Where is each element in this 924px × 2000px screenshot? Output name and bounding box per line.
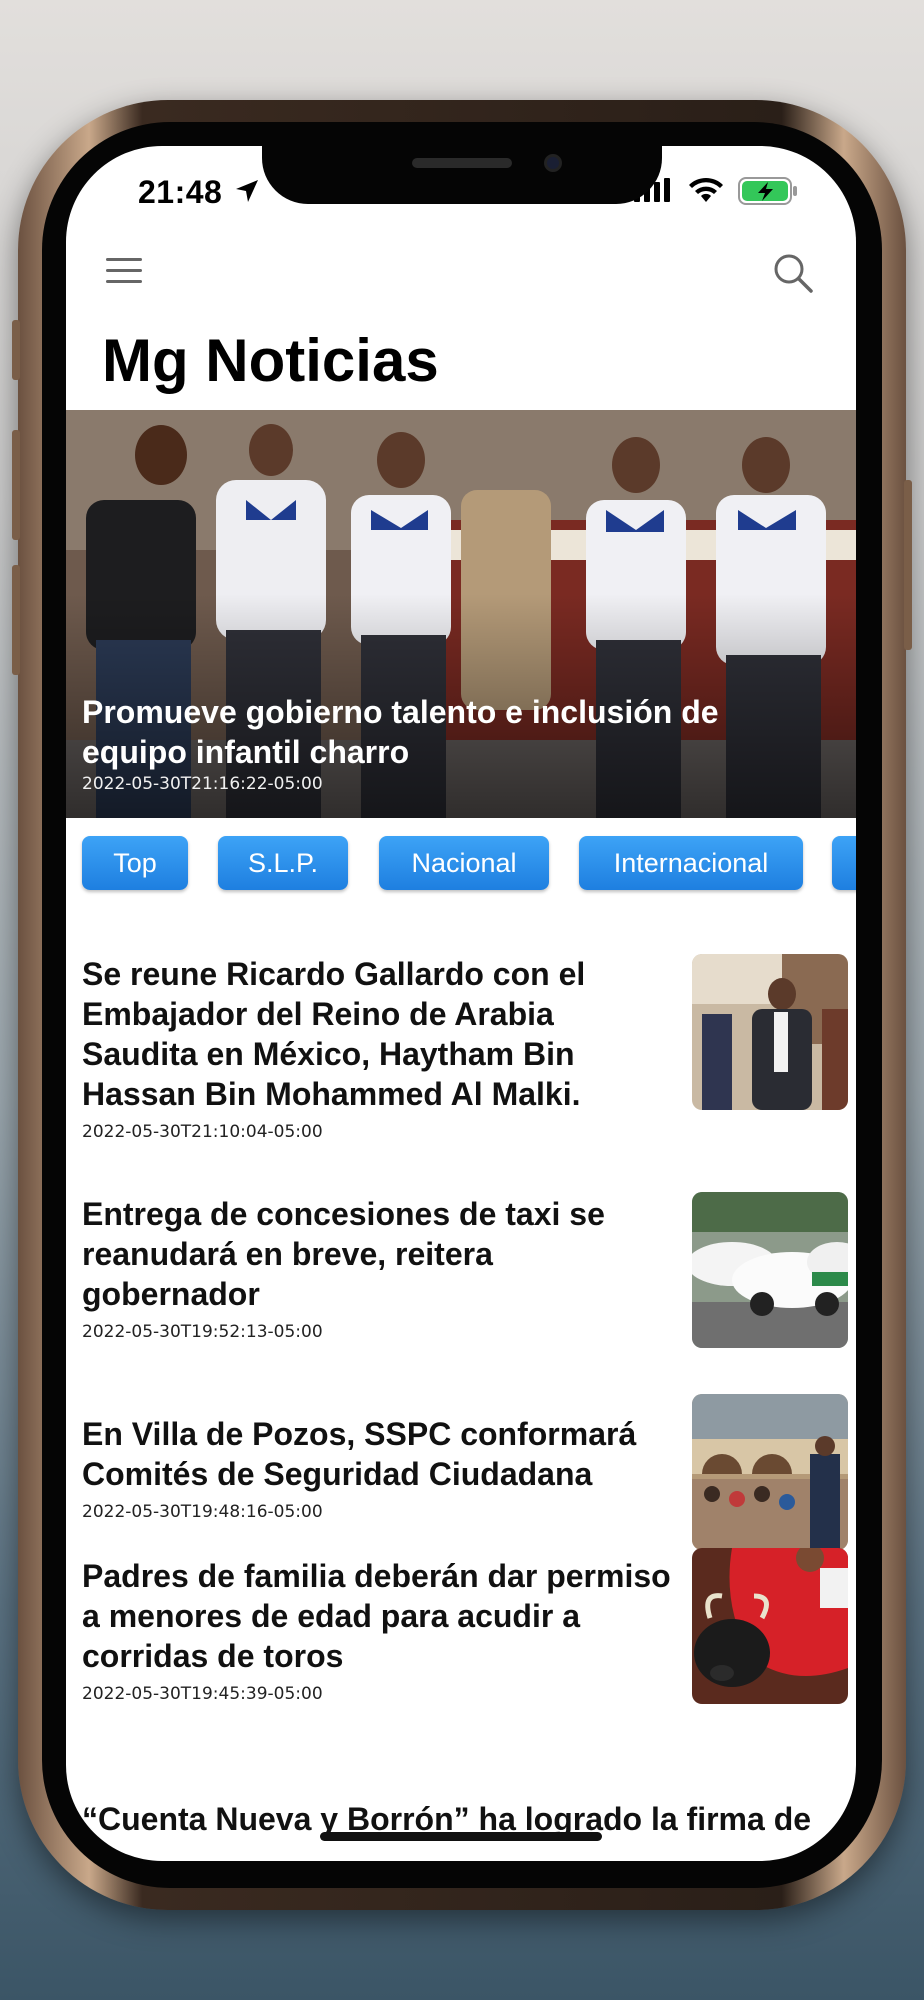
app-screen: 21:48 Mg Noticias Promueve gobierno tale… [66,146,856,1861]
hero-date: 2022-05-30T21:16:22-05:00 [82,774,323,794]
list-item[interactable]: Se reune Ricardo Gallardo con el Embajad… [66,954,856,1154]
article-title[interactable]: Entrega de concesiones de taxi se reanud… [82,1194,672,1314]
article-title[interactable]: Padres de familia deberán dar permiso a … [82,1556,672,1676]
tab-nacional[interactable]: Nacional [379,836,549,890]
article-thumbnail[interactable] [692,954,848,1110]
article-title[interactable]: Se reune Ricardo Gallardo con el Embajad… [82,954,672,1114]
tab-more[interactable] [832,836,856,890]
list-item[interactable]: Entrega de concesiones de taxi se reanud… [66,1192,856,1364]
tab-internacional[interactable]: Internacional [579,836,803,890]
article-thumbnail[interactable] [692,1394,848,1550]
article-date: 2022-05-30T19:48:16-05:00 [82,1502,323,1522]
location-arrow-icon [236,180,258,202]
list-item[interactable]: En Villa de Pozos, SSPC conformará Comit… [66,1394,856,1554]
hero-title[interactable]: Promueve gobierno talento e inclusión de… [82,692,802,772]
battery-charging-icon [738,177,797,205]
home-indicator[interactable] [320,1832,602,1841]
article-title[interactable]: En Villa de Pozos, SSPC conformará Comit… [82,1414,672,1494]
list-item[interactable]: Padres de familia deberán dar permiso a … [66,1548,856,1746]
tab-top[interactable]: Top [82,836,188,890]
article-date: 2022-05-30T19:52:13-05:00 [82,1322,323,1342]
hero-article[interactable]: Promueve gobierno talento e inclusión de… [66,410,856,818]
category-tabs: Top S.L.P. Nacional Internacional [82,836,856,890]
article-thumbnail[interactable] [692,1548,848,1704]
article-thumbnail[interactable] [692,1192,848,1348]
power-button [904,480,912,650]
status-time: 21:48 [138,174,223,210]
volume-down-button [12,565,20,675]
notch [262,146,662,204]
article-date: 2022-05-30T21:10:04-05:00 [82,1122,323,1142]
mute-switch [12,320,20,380]
volume-up-button [12,430,20,540]
search-icon[interactable] [772,252,814,294]
article-date: 2022-05-30T19:45:39-05:00 [82,1684,323,1704]
hamburger-menu-icon[interactable] [106,258,142,286]
app-title: Mg Noticias [102,327,439,394]
tab-slp[interactable]: S.L.P. [218,836,348,890]
speaker-grille [412,158,512,168]
wifi-icon [689,177,723,202]
front-camera [544,154,562,172]
